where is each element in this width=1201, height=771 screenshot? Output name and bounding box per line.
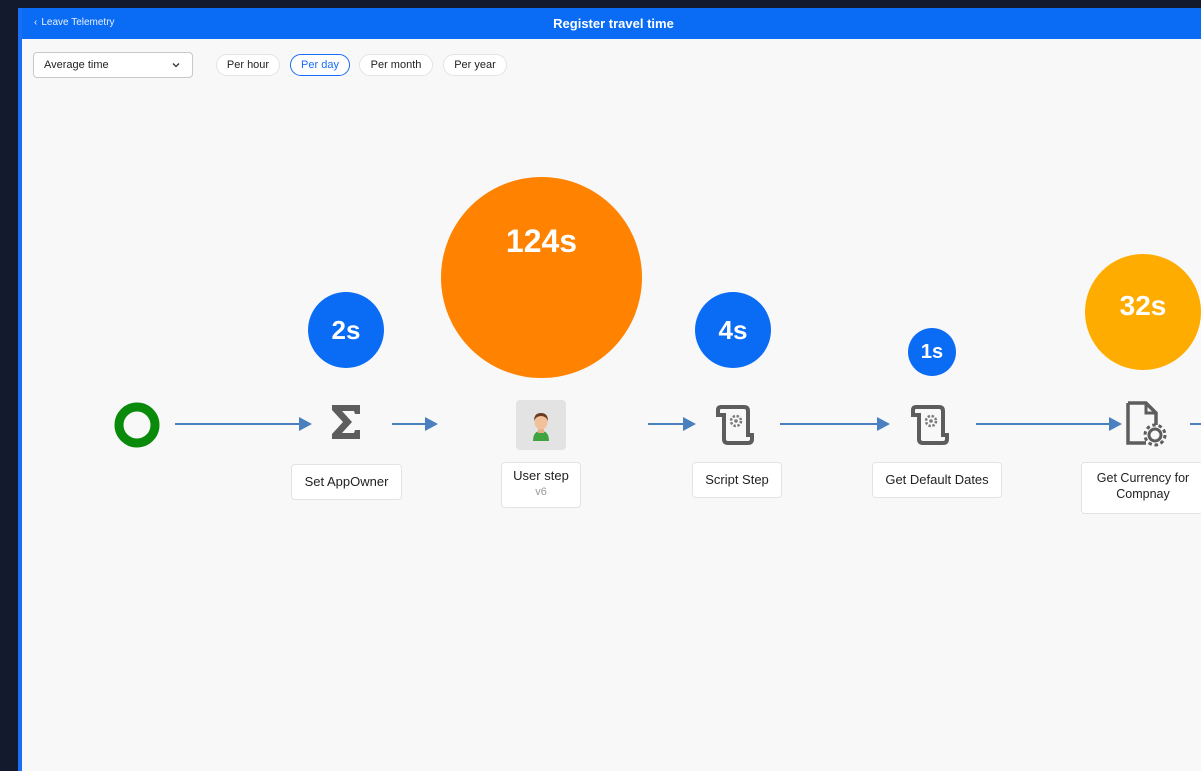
script-scroll-icon[interactable] [710, 401, 758, 449]
time-bubble-value: 124s [505, 223, 578, 259]
node-label[interactable]: Set AppOwner [291, 464, 402, 500]
node-label-title: User step [513, 468, 569, 483]
node-version: v6 [535, 486, 547, 498]
flow-arrow [175, 417, 312, 431]
app-window: ‹ Leave Telemetry Register travel time Av… [18, 8, 1201, 771]
node-label[interactable]: Get Default Dates [872, 462, 1002, 498]
time-bubble: 1s [908, 328, 956, 376]
time-bubble-value: 32s [1119, 290, 1167, 321]
start-node-icon[interactable] [114, 402, 160, 448]
node-label[interactable]: Script Step [692, 462, 782, 498]
user-avatar-icon[interactable] [516, 400, 566, 450]
page-title: Register travel time [553, 16, 674, 31]
time-bubble: 4s [695, 292, 771, 368]
header-bar: ‹ Leave Telemetry Register travel time [22, 8, 1201, 39]
flow-arrow [392, 417, 438, 431]
script-scroll-icon[interactable] [905, 401, 953, 449]
time-bubble: 2s [308, 292, 384, 368]
node-label[interactable]: Get Currency for Compnay [1081, 462, 1201, 514]
time-bubble: 32s [1085, 254, 1201, 370]
flow-arrow [648, 417, 696, 431]
flow-arrow [976, 417, 1122, 431]
node-label[interactable]: User step v6 [501, 462, 581, 508]
flow-arrow [780, 417, 890, 431]
flow-canvas: 2s Set AppOwner 124s User step v6 4s Scr… [22, 48, 1201, 771]
time-bubble: 124s [441, 177, 642, 378]
sigma-icon[interactable] [328, 402, 364, 442]
flow-arrow [1190, 423, 1201, 425]
document-gear-icon[interactable] [1120, 399, 1170, 449]
